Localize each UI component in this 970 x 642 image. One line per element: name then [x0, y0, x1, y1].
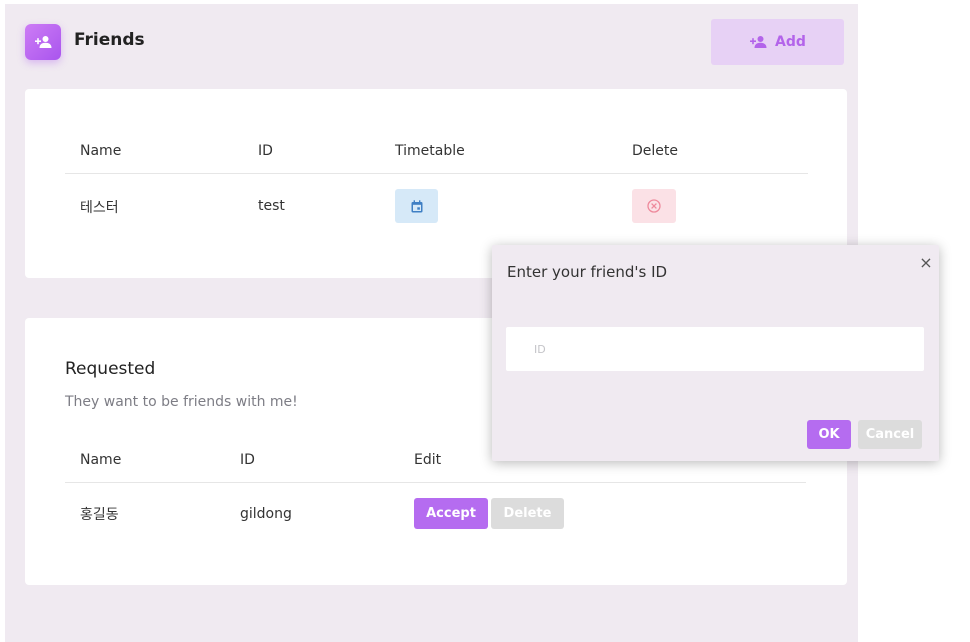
- column-header-id: ID: [258, 143, 273, 159]
- column-header-name: Name: [80, 143, 122, 159]
- person-add-icon: [25, 24, 61, 60]
- column-header-name: Name: [80, 452, 122, 468]
- dialog-title: Enter your friend's ID: [507, 263, 668, 281]
- friend-id-input[interactable]: [506, 327, 924, 371]
- circle-x-icon: [647, 199, 661, 213]
- column-header-edit: Edit: [414, 452, 442, 468]
- cancel-button[interactable]: Cancel: [858, 420, 922, 449]
- page-title: Friends: [74, 30, 145, 50]
- friend-id: test: [258, 198, 285, 214]
- delete-request-button[interactable]: Delete: [491, 498, 564, 529]
- add-friend-button[interactable]: Add: [711, 19, 844, 65]
- friend-name: 테스터: [80, 200, 119, 216]
- column-header-timetable: Timetable: [395, 143, 465, 159]
- header-divider: [65, 173, 808, 174]
- section-title: Requested: [65, 359, 156, 379]
- close-icon[interactable]: ×: [918, 253, 934, 272]
- section-subtitle: They want to be friends with me!: [65, 394, 298, 410]
- calendar-icon: [411, 199, 423, 213]
- requester-name: 홍길동: [80, 507, 119, 523]
- column-header-id: ID: [240, 452, 255, 468]
- header-divider: [65, 482, 806, 483]
- requester-id: gildong: [240, 506, 292, 522]
- delete-friend-button[interactable]: [632, 189, 676, 223]
- person-add-icon: [749, 35, 767, 49]
- accept-button[interactable]: Accept: [414, 498, 488, 529]
- column-header-delete: Delete: [632, 143, 678, 159]
- ok-button[interactable]: OK: [807, 420, 851, 449]
- timetable-button[interactable]: [395, 189, 438, 223]
- add-friend-dialog: Enter your friend's ID × OK Cancel: [492, 245, 939, 461]
- add-button-label: Add: [775, 34, 806, 50]
